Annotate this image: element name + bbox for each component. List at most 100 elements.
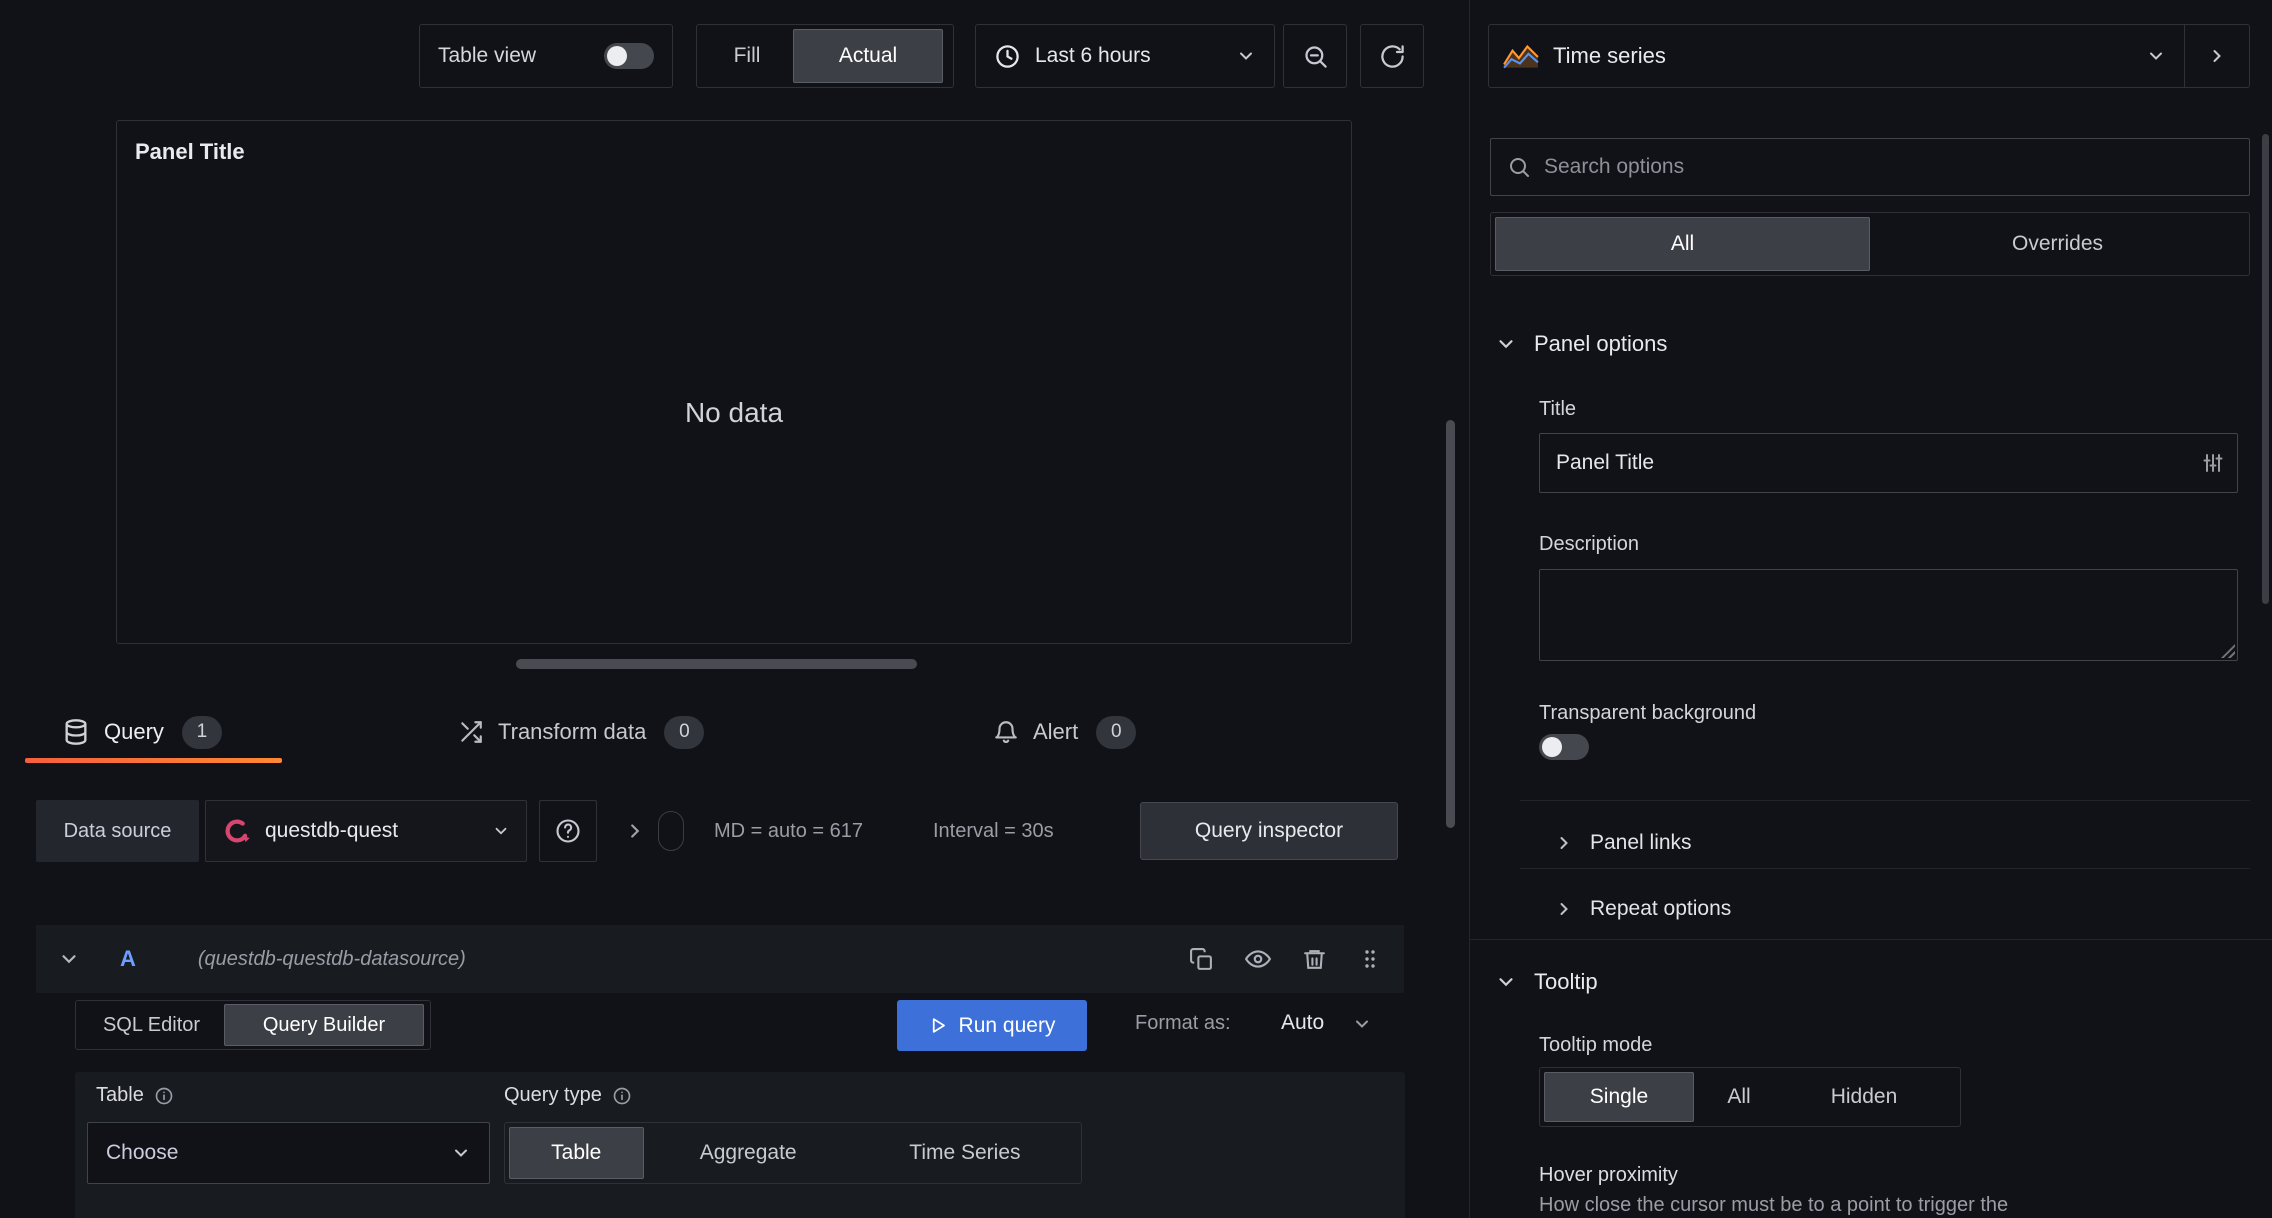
table-select-value: Choose bbox=[106, 1141, 179, 1164]
fill-option[interactable]: Fill bbox=[701, 29, 793, 83]
chevron-down-icon bbox=[492, 822, 510, 840]
panel-options-title: Panel options bbox=[1534, 331, 1668, 356]
refresh-button[interactable] bbox=[1360, 24, 1424, 88]
tooltip-section-title: Tooltip bbox=[1534, 969, 1598, 994]
transparent-background-toggle[interactable] bbox=[1539, 734, 1589, 760]
tab-transform-data[interactable]: Transform data 0 bbox=[458, 704, 705, 760]
query-builder-mode[interactable]: Query Builder bbox=[224, 1004, 424, 1046]
main-vertical-scrollbar[interactable] bbox=[1446, 420, 1455, 828]
panel-options-header[interactable]: Panel options bbox=[1495, 331, 1667, 357]
query-type-table[interactable]: Table bbox=[509, 1127, 644, 1179]
query-type-timeseries[interactable]: Time Series bbox=[853, 1127, 1077, 1179]
actual-option[interactable]: Actual bbox=[793, 29, 943, 83]
divider bbox=[1520, 868, 2250, 869]
tab-alert[interactable]: Alert 0 bbox=[993, 704, 1137, 760]
panel-preview: Panel Title No data bbox=[116, 120, 1352, 644]
duplicate-query-icon[interactable] bbox=[1189, 947, 1214, 972]
info-circle-icon bbox=[154, 1086, 174, 1106]
sidebar-scrollbar[interactable] bbox=[2262, 134, 2269, 604]
clock-icon bbox=[994, 43, 1021, 70]
description-textarea-wrap bbox=[1539, 569, 2238, 661]
tooltip-mode-all[interactable]: All bbox=[1694, 1072, 1784, 1122]
visualization-picker[interactable]: Time series bbox=[1488, 24, 2250, 88]
chevron-right-icon bbox=[1554, 899, 1574, 919]
table-select[interactable]: Choose bbox=[87, 1122, 490, 1184]
run-query-label: Run query bbox=[958, 1013, 1056, 1037]
search-icon bbox=[1507, 155, 1531, 179]
query-type-aggregate[interactable]: Aggregate bbox=[644, 1127, 853, 1179]
grafana-panel-editor: Table view Fill Actual Last 6 hours Pane… bbox=[0, 0, 2272, 1218]
options-sidebar: Time series All Overrides Panel option bbox=[1469, 0, 2272, 1218]
tooltip-header[interactable]: Tooltip bbox=[1495, 969, 1598, 995]
datasource-picker[interactable]: questdb-quest bbox=[205, 800, 527, 862]
chevron-right-icon bbox=[2213, 50, 2221, 62]
drag-handle-icon[interactable] bbox=[1358, 947, 1382, 971]
zoom-out-button[interactable] bbox=[1283, 24, 1347, 88]
chevron-right-icon bbox=[1554, 833, 1574, 853]
search-options-input[interactable] bbox=[1544, 155, 2233, 179]
repeat-options-section[interactable]: Repeat options bbox=[1554, 886, 1731, 932]
run-query-button[interactable]: Run query bbox=[897, 1000, 1087, 1051]
query-row-header[interactable]: A (questdb-questdb-datasource) bbox=[36, 925, 1404, 993]
collapse-pane-button[interactable] bbox=[2185, 25, 2249, 87]
bell-icon bbox=[993, 719, 1019, 745]
time-range-picker[interactable]: Last 6 hours bbox=[975, 24, 1275, 88]
hover-proximity-help: How close the cursor must be to a point … bbox=[1539, 1194, 2009, 1216]
horizontal-scrollbar[interactable] bbox=[516, 659, 917, 669]
info-circle-icon bbox=[612, 1086, 632, 1106]
format-as-value[interactable]: Auto bbox=[1281, 1011, 1324, 1035]
query-ref-id[interactable]: A bbox=[120, 946, 136, 972]
query-type-label: Query type bbox=[504, 1084, 602, 1106]
tooltip-mode-hidden[interactable]: Hidden bbox=[1784, 1072, 1944, 1122]
hover-proximity-label: Hover proximity bbox=[1539, 1164, 1678, 1186]
table-view-label: Table view bbox=[438, 44, 537, 67]
database-icon bbox=[62, 718, 90, 746]
sql-editor-mode[interactable]: SQL Editor bbox=[79, 1004, 224, 1046]
chevron-down-icon[interactable] bbox=[1352, 1014, 1372, 1034]
no-data-text: No data bbox=[684, 397, 784, 428]
table-view-control[interactable]: Table view bbox=[419, 24, 673, 88]
query-builder-form: Table Query type Choose Table Aggregate … bbox=[75, 1072, 1405, 1218]
chevron-down-icon bbox=[1495, 971, 1517, 993]
datasource-name: questdb-quest bbox=[265, 819, 399, 842]
format-as-label: Format as: bbox=[1135, 1012, 1231, 1034]
max-data-points-text: MD = auto = 617 bbox=[714, 819, 863, 842]
datasource-label: Data source bbox=[36, 800, 199, 862]
query-options-pill bbox=[658, 811, 684, 851]
tab-transform-label: Transform data bbox=[498, 719, 647, 744]
description-field-label: Description bbox=[1539, 533, 1640, 555]
chevron-down-icon bbox=[451, 1143, 471, 1163]
query-datasource-hint: (questdb-questdb-datasource) bbox=[197, 947, 466, 970]
chevron-down-icon bbox=[2146, 46, 2166, 66]
description-textarea[interactable] bbox=[1540, 570, 2237, 660]
search-options-box[interactable] bbox=[1490, 138, 2250, 196]
query-type-group: Table Aggregate Time Series bbox=[504, 1122, 1082, 1184]
tooltip-mode-single[interactable]: Single bbox=[1544, 1072, 1694, 1122]
tab-query[interactable]: Query 1 bbox=[62, 704, 222, 760]
transform-icon bbox=[458, 719, 484, 745]
tooltip-mode-group: Single All Hidden bbox=[1539, 1067, 1961, 1127]
query-options-expand-button[interactable] bbox=[624, 800, 646, 862]
tab-alert-label: Alert bbox=[1033, 719, 1079, 744]
chevron-down-icon bbox=[1236, 46, 1256, 66]
query-count-badge: 1 bbox=[181, 715, 222, 749]
hide-query-icon[interactable] bbox=[1245, 946, 1271, 972]
title-field-label: Title bbox=[1539, 398, 1577, 420]
panel-title-input[interactable] bbox=[1540, 434, 2237, 492]
play-icon bbox=[929, 1016, 948, 1035]
interval-text: Interval = 30s bbox=[933, 819, 1054, 842]
collapse-caret-icon[interactable] bbox=[58, 948, 80, 970]
datasource-help-button[interactable] bbox=[539, 800, 597, 862]
tab-query-label: Query bbox=[104, 719, 164, 744]
panel-title[interactable]: Panel Title bbox=[135, 139, 245, 165]
table-view-toggle[interactable] bbox=[604, 43, 654, 69]
delete-query-icon[interactable] bbox=[1302, 947, 1327, 972]
panel-links-section[interactable]: Panel links bbox=[1554, 820, 1692, 866]
tab-all[interactable]: All bbox=[1495, 217, 1870, 271]
table-field-label-row: Table bbox=[96, 1084, 174, 1107]
divider bbox=[1520, 800, 2250, 801]
timeseries-viz-icon bbox=[1503, 43, 1539, 69]
query-inspector-button[interactable]: Query inspector bbox=[1140, 802, 1398, 860]
sliders-icon bbox=[2201, 451, 2225, 475]
tab-overrides[interactable]: Overrides bbox=[1870, 217, 2245, 271]
